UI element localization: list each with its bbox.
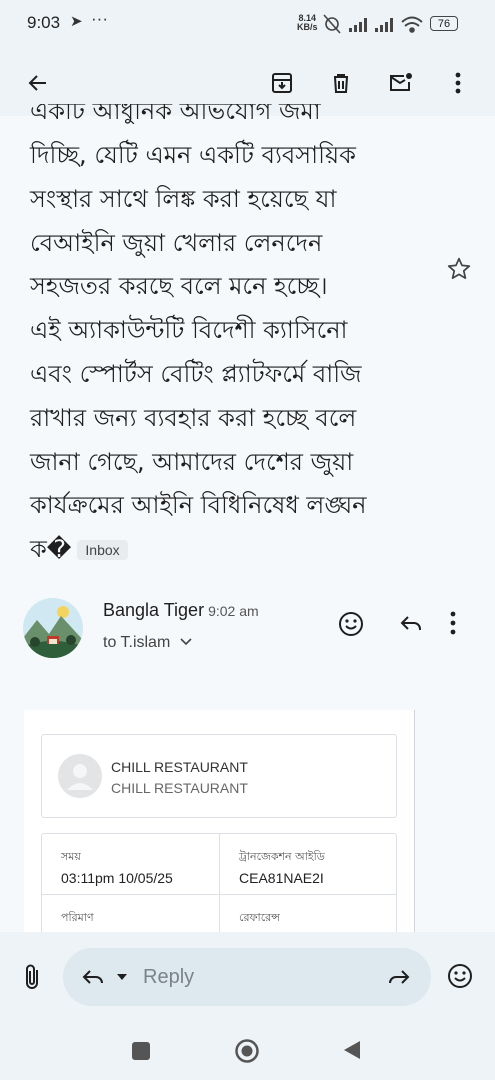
detail-label: পরিমাণ — [61, 911, 94, 924]
email-body: একটি আধুনিক অভিযোগ জমা দিচ্ছি, যেটি এমন … — [30, 104, 440, 572]
recents-icon[interactable] — [132, 1042, 150, 1060]
merchant-avatar — [58, 754, 102, 798]
attach-button[interactable] — [20, 962, 46, 997]
reply-icon — [82, 970, 103, 984]
body-line: দিচ্ছি, যেটি এমন একটি ব্যবসায়িক — [30, 141, 356, 169]
caret-down-icon[interactable] — [115, 972, 129, 982]
add-reaction-button[interactable] — [337, 610, 365, 643]
body-line: বেআইনি জুয়া খেলার লেনদেন — [30, 228, 323, 257]
body-line: রাখার জন্য ব্যবহার করা হচ্ছে বলে — [30, 403, 357, 432]
body-last-line: ক� Inbox — [30, 528, 440, 572]
emoji-icon — [339, 612, 363, 636]
home-icon[interactable] — [234, 1038, 260, 1064]
star-button[interactable] — [446, 256, 472, 287]
body-line: সংস্থার সাথে লিঙ্ক করা হয়েছে যা — [30, 184, 337, 213]
archive-button[interactable] — [265, 66, 299, 100]
detail-cell: সময় 03:11pm 10/05/25 — [42, 834, 218, 895]
mark-unread-icon — [390, 73, 412, 91]
detail-value: CEA81NAE2I — [239, 870, 324, 886]
merchant-subtitle: CHILL RESTAURANT — [111, 780, 248, 796]
body-line: ক� — [30, 535, 72, 564]
more-notifications-icon: ··· — [91, 9, 108, 28]
body-line: জানা গেছে, আমাদের দেশের জুয়া — [30, 447, 354, 476]
sender-line: Bangla Tiger 9:02 am — [103, 600, 259, 621]
merchant-box: CHILL RESTAURANT CHILL RESTAURANT — [41, 734, 397, 818]
delete-icon — [334, 74, 348, 93]
location-arrow-icon: ➤ — [70, 13, 83, 30]
recipient-line: to T.islam — [103, 634, 171, 651]
detail-cell: পরিমাণ — [42, 895, 218, 932]
person-icon — [67, 764, 93, 790]
merchant-name: CHILL RESTAURANT — [111, 759, 248, 775]
back-arrow-icon — [28, 75, 46, 91]
reply-placeholder[interactable]: Reply — [143, 966, 194, 989]
reply-compose-bar[interactable]: Reply — [63, 948, 431, 1006]
forward-icon[interactable] — [385, 965, 411, 989]
wifi-icon — [401, 16, 423, 33]
status-bar: 9:03 ➤ ··· 8.14 KB/s 76 — [0, 0, 495, 48]
transaction-details: সময় 03:11pm 10/05/25 ট্রানজেকশন আইডি CE… — [41, 833, 397, 932]
detail-label: ট্রানজেকশন আইডি — [239, 850, 325, 863]
sender-name: Bangla Tiger — [103, 600, 205, 620]
avatar-image — [23, 598, 83, 658]
delete-button[interactable] — [324, 66, 358, 100]
star-icon — [447, 257, 471, 279]
detail-cell: রেফারেন্স — [219, 895, 396, 932]
body-line: কার্যক্রমের আইনি বিধিনিষেধ লঙ্ঘন — [30, 491, 367, 520]
network-speed: 8.14 KB/s — [297, 14, 318, 32]
receipt-card: CHILL RESTAURANT CHILL RESTAURANT সময় 0… — [24, 710, 415, 932]
detail-value: 03:11pm 10/05/25 — [61, 870, 173, 886]
reply-icon — [400, 616, 421, 630]
detail-label: রেফারেন্স — [239, 911, 280, 924]
message-more-button[interactable] — [450, 610, 456, 641]
alarm-off-icon — [323, 14, 341, 34]
status-time: 9:03 — [27, 13, 61, 32]
mark-unread-button[interactable] — [384, 66, 418, 100]
signal-icon — [349, 18, 367, 32]
chevron-down-icon — [180, 638, 192, 646]
body-line: এই অ্যাকাউন্টটি বিদেশী ক্যাসিনো — [30, 316, 348, 345]
attachment-icon — [26, 964, 38, 989]
system-nav-bar — [0, 1028, 495, 1080]
emoji-icon — [448, 964, 472, 988]
reply-button[interactable] — [398, 610, 424, 641]
body-line: এবং স্পোর্টস বেটিং প্ল্যাটফর্মে বাজি — [30, 359, 362, 388]
body-line: একটি আধুনিক অভিযোগ জমা — [30, 104, 321, 124]
detail-cell: ট্রানজেকশন আইডি CEA81NAE2I — [219, 834, 396, 895]
battery-indicator: 76 — [430, 16, 458, 31]
status-icons — [323, 14, 423, 34]
more-vert-icon — [450, 611, 456, 635]
recipient-details-toggle[interactable]: to T.islam — [103, 634, 193, 652]
more-vert-icon — [455, 72, 461, 94]
back-triangle-icon[interactable] — [342, 1039, 362, 1061]
email-time: 9:02 am — [208, 603, 259, 619]
body-line: সহজতর করছে বলে মনে হচ্ছে। — [30, 272, 328, 301]
more-options-button[interactable] — [441, 66, 475, 100]
inbox-label-badge[interactable]: Inbox — [77, 540, 128, 561]
archive-icon — [272, 73, 292, 93]
sender-avatar[interactable] — [23, 598, 83, 658]
signal-icon — [375, 18, 393, 32]
detail-label: সময় — [61, 850, 81, 863]
network-speed-unit: KB/s — [297, 22, 318, 32]
compose-emoji-button[interactable] — [446, 962, 474, 995]
back-button[interactable] — [21, 66, 55, 100]
